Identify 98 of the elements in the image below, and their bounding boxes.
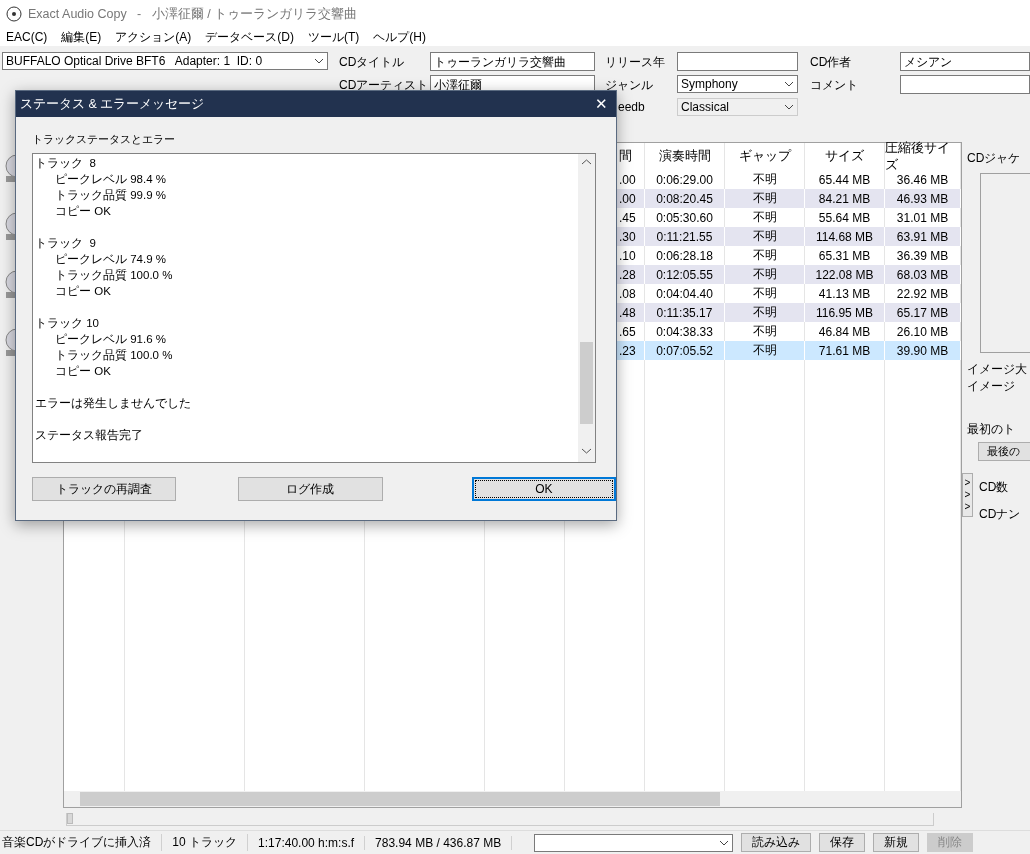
table-cell: 不明: [725, 303, 805, 322]
menu-item[interactable]: アクション(A): [115, 28, 192, 46]
chevron-down-icon: [314, 58, 324, 64]
table-cell: 不明: [725, 265, 805, 284]
table-cell: .28: [617, 265, 645, 284]
table-cell: 0:08:20.45: [645, 189, 725, 208]
table-cell: 46.93 MB: [885, 189, 961, 208]
table-cell: 不明: [725, 189, 805, 208]
expand-button[interactable]: > > >: [962, 473, 973, 517]
log-line: トラック品質 99.9 %: [54, 188, 166, 203]
field-label: CDタイトル: [339, 54, 406, 71]
text-field[interactable]: メシアン: [900, 52, 1030, 71]
table-cell: 39.90 MB: [885, 341, 961, 360]
scrollbar[interactable]: [64, 791, 961, 807]
drive-dropdown[interactable]: BUFFALO Optical Drive BFT6 Adapter: 1 ID: 0: [2, 52, 328, 70]
chevron-down-icon: [719, 839, 730, 846]
menu-item[interactable]: データベース(D): [205, 28, 294, 46]
table-cell: 114.68 MB: [805, 227, 885, 246]
toolbar-button[interactable]: 保存: [819, 833, 866, 852]
dialog-button[interactable]: ログ作成: [238, 477, 383, 501]
table-cell: 122.08 MB: [805, 265, 885, 284]
log-line: コピー OK: [54, 284, 111, 299]
log-line: ステータス報告完了: [35, 428, 143, 443]
table-cell: .00: [617, 189, 645, 208]
table-cell: .08: [617, 284, 645, 303]
text-field[interactable]: [900, 75, 1030, 94]
position-slider[interactable]: [66, 812, 934, 826]
status-text: 音楽CDがドライブに挿入済: [0, 834, 163, 851]
table-cell: .00: [617, 170, 645, 189]
status-text: 10 トラック: [170, 834, 249, 851]
window-title: Exact Audio Copy - 小澤征爾 / トゥーランガリラ交響曲: [28, 5, 358, 23]
dialog-button[interactable]: OK: [471, 477, 616, 501]
text-field[interactable]: トゥーランガリラ交響曲: [430, 52, 595, 71]
menu-item[interactable]: 編集(E): [61, 28, 102, 46]
dialog-button[interactable]: トラックの再調査: [32, 477, 177, 501]
menu-item[interactable]: ツール(T): [308, 28, 360, 46]
table-cell: 0:07:05.52: [645, 341, 725, 360]
dropdown[interactable]: Classical: [677, 98, 798, 116]
table-cell: 0:11:35.17: [645, 303, 725, 322]
track-range-label: 最初のト: [966, 421, 1016, 438]
log-line: トラック 8: [35, 156, 96, 171]
chevron-down-icon: [784, 81, 794, 87]
dropdown[interactable]: Symphony: [677, 75, 798, 93]
image-info-text: イメージ大: [966, 361, 1028, 378]
toolbar-button[interactable]: 新規: [873, 833, 920, 852]
status-text: 1:17:40.00 h:m:s.f: [256, 835, 366, 850]
table-cell: .30: [617, 227, 645, 246]
table-cell: 71.61 MB: [805, 341, 885, 360]
field-label: ジャンル: [605, 77, 654, 94]
table-cell: 不明: [725, 341, 805, 360]
scrollbar[interactable]: [578, 154, 595, 462]
text-field[interactable]: [677, 52, 798, 71]
dropdown[interactable]: [534, 833, 734, 852]
field-label: リリース年: [605, 54, 666, 71]
log-line: ピークレベル 91.6 %: [54, 332, 166, 347]
log-text-area[interactable]: トラック 8 ピークレベル 98.4 % トラック品質 99.9 % コピー OK トラック 9 ピークレベル 74.9 % トラック品質 100.0 % コピー OK トラック 10 ピークレベル 91.6 % トラック品質 100.0 % コピー OK エラーは発生しませんでした ステータス報告完了: [32, 153, 596, 463]
table-cell: .23: [617, 341, 645, 360]
status-text: 783.94 MB / 436.87 MB: [373, 835, 513, 850]
field-label: コメント: [810, 77, 859, 94]
table-cell: 65.17 MB: [885, 303, 961, 322]
log-line: トラック 9: [35, 236, 96, 251]
table-cell: 不明: [725, 227, 805, 246]
table-cell: 0:11:21.55: [645, 227, 725, 246]
chevron-down-icon: [784, 104, 794, 110]
close-button[interactable]: ✕: [595, 95, 608, 113]
table-cell: .65: [617, 322, 645, 341]
menu-item[interactable]: ヘルプ(H): [373, 28, 426, 46]
dialog-title: ステータス & エラーメッセージ: [20, 95, 205, 113]
table-cell: 68.03 MB: [885, 265, 961, 284]
cover-label: CDジャケ: [966, 150, 1022, 167]
log-line: エラーは発生しませんでした: [35, 396, 191, 411]
field-label: eedb: [617, 99, 646, 116]
field-label: CDアーティスト: [339, 77, 430, 94]
slider-thumb[interactable]: [67, 812, 73, 824]
table-cell: .45: [617, 208, 645, 227]
cd-number-label: CDナン: [979, 506, 1021, 523]
table-cell: 84.21 MB: [805, 189, 885, 208]
table-cell: .10: [617, 246, 645, 265]
log-line: トラック品質 100.0 %: [54, 268, 173, 283]
table-cell: 0:12:05.55: [645, 265, 725, 284]
field-label: CD作者: [810, 54, 853, 71]
table-cell: 116.95 MB: [805, 303, 885, 322]
log-line: ピークレベル 98.4 %: [54, 172, 166, 187]
log-line: コピー OK: [54, 204, 111, 219]
group-label: トラックステータスとエラー: [32, 133, 176, 147]
menu-item[interactable]: EAC(C): [6, 30, 48, 44]
cd-count-label: CD数: [979, 479, 1010, 496]
log-line: コピー OK: [54, 364, 111, 379]
app-logo-icon: [6, 6, 22, 22]
scrollbar-thumb[interactable]: [580, 342, 593, 424]
log-line: トラック 10: [35, 316, 99, 331]
last-track-button[interactable]: 最後の: [978, 442, 1030, 461]
log-line: ピークレベル 74.9 %: [54, 252, 166, 267]
table-cell: .48: [617, 303, 645, 322]
log-line: トラック品質 100.0 %: [54, 348, 173, 363]
image-info-text: イメージ: [966, 378, 1016, 395]
table-cell: 63.91 MB: [885, 227, 961, 246]
toolbar-button[interactable]: 読み込み: [741, 833, 812, 852]
